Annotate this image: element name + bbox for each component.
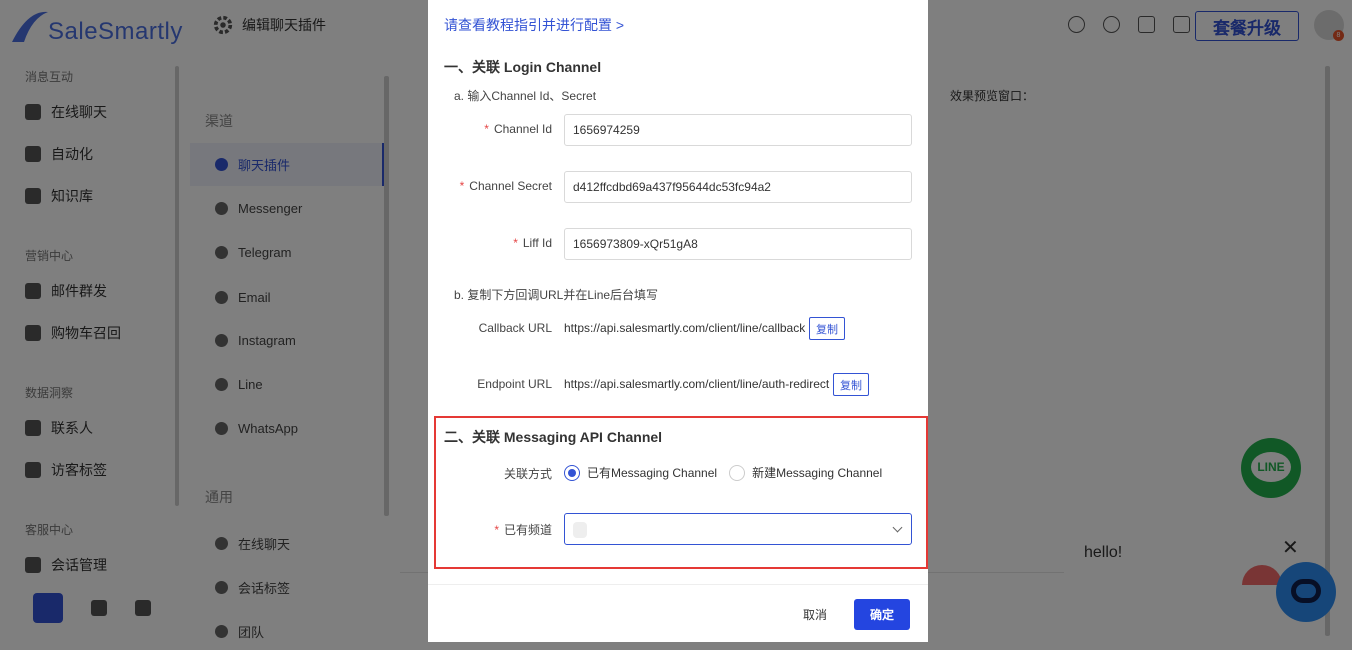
radio-existing-channel[interactable] — [564, 464, 580, 481]
modal-footer: 取消 确定 — [428, 584, 928, 642]
copy-callback-button[interactable]: 复制 — [809, 317, 845, 340]
liff-id-input[interactable]: 1656973809-xQr51gA8 — [564, 228, 912, 260]
section-messaging-api-title: 二、关联 Messaging API Channel — [444, 429, 663, 445]
existing-channel-label: * 已有频道 — [494, 523, 552, 537]
callback-url-label: Callback URL — [478, 321, 552, 335]
copy-endpoint-button[interactable]: 复制 — [833, 373, 869, 396]
channel-id-input[interactable]: 1656974259 — [564, 114, 912, 146]
link-method-label: 关联方式 — [503, 467, 552, 481]
confirm-button[interactable]: 确定 — [854, 599, 910, 630]
endpoint-url-value: https://api.salesmartly.com/client/line/… — [564, 377, 830, 391]
line-config-modal: 请查看教程指引并进行配置 > 一、关联 Login Channel a. 输入C… — [428, 0, 928, 642]
radio-new-label[interactable]: 新建Messaging Channel — [752, 464, 882, 481]
cancel-button[interactable]: 取消 — [790, 599, 840, 629]
link-method-radio-group: 已有Messaging Channel 新建Messaging Channel — [564, 464, 882, 481]
step-a-text: a. 输入Channel Id、Secret — [454, 89, 597, 103]
radio-existing-label[interactable]: 已有Messaging Channel — [587, 464, 717, 481]
channel-secret-input[interactable]: d412ffcdbd69a437f95644dc53fc94a2 — [564, 171, 912, 203]
channel-secret-label: * Channel Secret — [459, 179, 552, 193]
existing-channel-select[interactable] — [564, 513, 912, 545]
step-b-text: b. 复制下方回调URL并在Line后台填写 — [454, 288, 659, 302]
channel-id-label: * Channel Id — [484, 122, 552, 136]
chevron-down-icon — [892, 522, 903, 533]
radio-new-channel[interactable] — [729, 464, 746, 481]
endpoint-url-label: Endpoint URL — [477, 377, 552, 391]
section-login-channel-title: 一、关联 Login Channel — [444, 59, 602, 75]
liff-id-label: * Liff Id — [513, 236, 552, 250]
tutorial-link[interactable]: 请查看教程指引并进行配置 > — [444, 15, 624, 35]
hand-cursor-icon — [573, 522, 587, 538]
callback-url-value: https://api.salesmartly.com/client/line/… — [564, 321, 806, 335]
